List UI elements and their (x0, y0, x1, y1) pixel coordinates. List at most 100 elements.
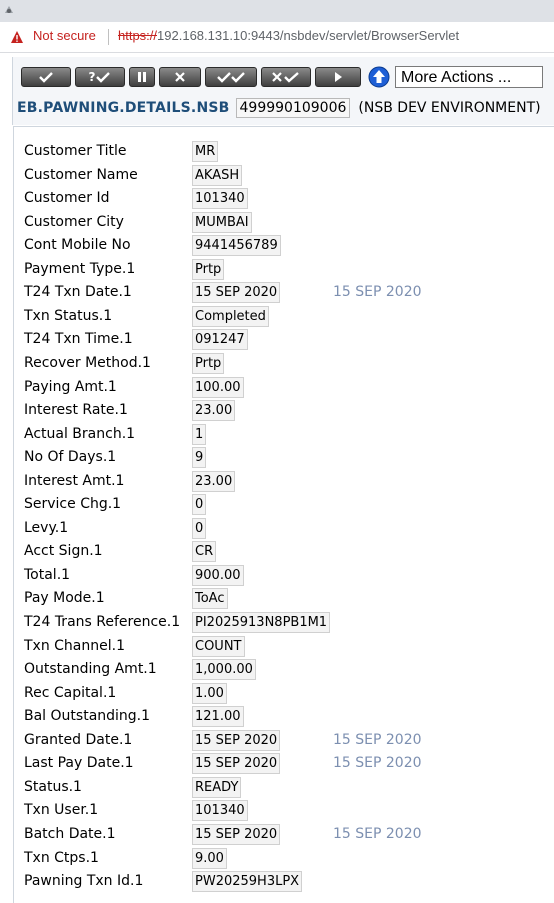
field-label: Batch Date.1 (24, 825, 116, 842)
field-value[interactable]: 15 SEP 2020 (192, 282, 281, 304)
field-value[interactable]: PI2025913N8PB1M1 (192, 612, 331, 633)
validate-label: ? (88, 70, 96, 84)
field-label: Rec Capital.1 (24, 684, 117, 701)
field-value[interactable]: 9 (192, 447, 207, 469)
field-value[interactable]: 100.00 (192, 376, 244, 398)
field-label: Customer Id (24, 190, 110, 207)
field-label: Txn Status.1 (24, 307, 113, 324)
hold-button[interactable] (129, 67, 155, 87)
commit-button[interactable] (21, 67, 71, 87)
double-check-icon (217, 72, 245, 83)
arrow-right-icon (335, 72, 342, 82)
field-label: T24 Txn Date.1 (24, 284, 132, 301)
field-label: Customer City (24, 213, 124, 230)
field-value[interactable]: CR (192, 541, 217, 563)
field-value[interactable]: 1 (192, 423, 207, 445)
check-icon (96, 72, 111, 83)
authorise-button[interactable] (205, 67, 257, 87)
pause-icon (138, 72, 146, 82)
field-value[interactable]: ToAc (192, 588, 228, 610)
field-label: Txn Ctps.1 (24, 849, 99, 866)
environment-label: (NSB DEV ENVIRONMENT) (358, 100, 541, 116)
go-up-button[interactable] (367, 66, 391, 88)
arrow-up-icon (368, 66, 390, 88)
field-value[interactable]: READY (192, 776, 242, 798)
field-label: Status.1 (24, 778, 82, 795)
field-value[interactable]: 0 (192, 517, 207, 539)
field-value[interactable]: MR (192, 141, 219, 162)
app-frame: ? More Actions ... EB.PAWNING.DETAILS.NS… (0, 53, 554, 903)
field-enrichment: 15 SEP 2020 (333, 731, 422, 748)
field-enrichment: 15 SEP 2020 (333, 755, 422, 772)
app-header: ? More Actions ... EB.PAWNING.DETAILS.NS… (12, 57, 554, 125)
field-label: Cont Mobile No (24, 237, 131, 254)
field-enrichment: 15 SEP 2020 (333, 825, 422, 842)
field-label: Payment Type.1 (24, 260, 136, 277)
field-value[interactable]: 1,000.00 (192, 659, 256, 681)
field-label: Bal Outstanding.1 (24, 708, 151, 725)
field-label: Txn Channel.1 (24, 637, 125, 654)
toolbar: ? More Actions ... (21, 66, 543, 88)
field-value[interactable]: 1.00 (192, 682, 227, 704)
check-icon (39, 72, 53, 83)
field-label: Customer Name (24, 166, 138, 183)
field-label: Paying Amt.1 (24, 378, 117, 395)
field-value[interactable]: PW20259H3LPX (192, 871, 303, 893)
field-label: Granted Date.1 (24, 731, 133, 748)
field-value[interactable]: 101340 (192, 800, 248, 822)
field-value[interactable]: 9441456789 (192, 235, 281, 257)
url-path: 192.168.131.10:9443/nsbdev/servlet/Brows… (157, 28, 460, 43)
field-label: Customer Title (24, 143, 127, 159)
application-line: EB.PAWNING.DETAILS.NSB 499990109006 (NSB… (17, 97, 541, 119)
field-value[interactable]: 900.00 (192, 564, 244, 586)
field-value[interactable]: 15 SEP 2020 (192, 753, 281, 775)
field-value[interactable]: 9.00 (192, 847, 227, 869)
field-value[interactable]: 091247 (192, 329, 248, 351)
field-enrichment: 15 SEP 2020 (333, 284, 422, 301)
field-label: Actual Branch.1 (24, 425, 136, 442)
field-label: Recover Method.1 (24, 354, 151, 371)
field-label: Interest Rate.1 (24, 402, 128, 419)
field-value[interactable]: 23.00 (192, 400, 236, 422)
url-scheme: https:// (118, 28, 158, 43)
field-value[interactable]: MUMBAI (192, 211, 252, 233)
field-label: Outstanding Amt.1 (24, 661, 157, 678)
field-label: No Of Days.1 (24, 449, 117, 466)
field-value[interactable]: 0 (192, 494, 207, 516)
field-label: Service Chg.1 (24, 496, 122, 513)
reverse-button[interactable] (261, 67, 311, 87)
field-value[interactable]: 121.00 (192, 706, 244, 728)
address-divider (108, 29, 109, 45)
more-actions-dropdown[interactable]: More Actions ... (395, 66, 543, 88)
field-label: Last Pay Date.1 (24, 755, 134, 772)
field-value[interactable]: AKASH (192, 164, 243, 186)
address-bar[interactable]: Not secure https://192.168.131.10:9443/n… (0, 22, 554, 53)
field-value[interactable]: 101340 (192, 188, 248, 210)
application-name: EB.PAWNING.DETAILS.NSB (17, 100, 230, 116)
delete-button[interactable] (159, 67, 201, 87)
field-value[interactable]: Prtp (192, 258, 225, 280)
cross-icon (175, 72, 185, 82)
field-label: Interest Amt.1 (24, 472, 125, 489)
field-value[interactable]: 15 SEP 2020 (192, 823, 281, 845)
browser-title-bar (0, 0, 554, 22)
warning-icon[interactable] (10, 30, 24, 44)
record-id-field[interactable]: 499990109006 (235, 98, 351, 118)
field-label: Levy.1 (24, 519, 69, 536)
cross-check-icon (272, 72, 299, 83)
validate-button[interactable]: ? (75, 67, 125, 87)
field-label: T24 Trans Reference.1 (24, 614, 181, 630)
field-value[interactable]: Completed (192, 305, 269, 327)
next-button[interactable] (315, 67, 361, 87)
field-value[interactable]: 23.00 (192, 470, 236, 492)
field-label: Pay Mode.1 (24, 590, 105, 607)
field-label: Txn User.1 (24, 802, 99, 819)
field-value[interactable]: Prtp (192, 352, 225, 374)
field-value[interactable]: 15 SEP 2020 (192, 729, 281, 751)
field-value[interactable]: COUNT (192, 635, 245, 657)
field-label: Acct Sign.1 (24, 543, 103, 560)
field-label: T24 Txn Time.1 (24, 331, 133, 348)
url-text[interactable]: https://192.168.131.10:9443/nsbdev/servl… (118, 28, 459, 43)
security-status[interactable]: Not secure (33, 28, 96, 43)
field-label: Total.1 (24, 566, 71, 583)
